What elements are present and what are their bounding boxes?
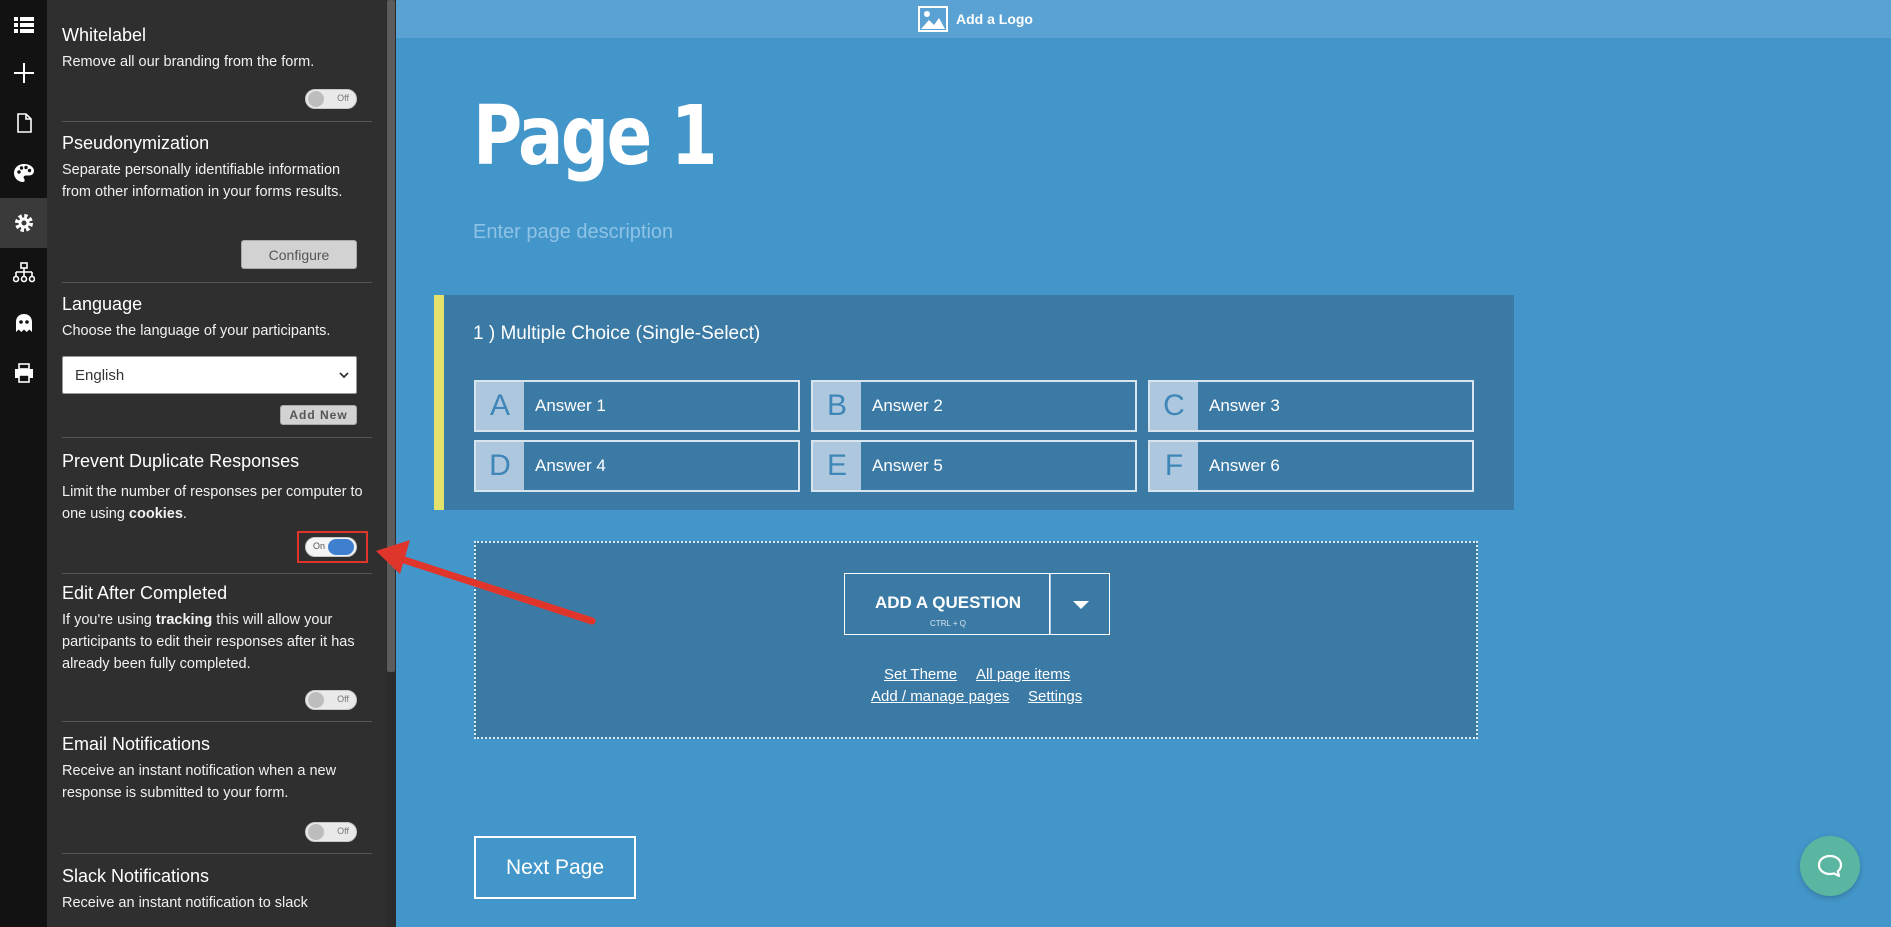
edit-after-title: Edit After Completed — [62, 583, 228, 603]
answer-option[interactable]: A Answer 1 — [474, 380, 800, 432]
whitelabel-title: Whitelabel — [62, 25, 147, 45]
set-theme-link[interactable]: Set Theme — [884, 666, 957, 683]
language-select[interactable]: English — [62, 356, 357, 394]
slack-section: Slack Notifications Receive an instant n… — [62, 865, 372, 914]
chat-icon — [1817, 854, 1843, 878]
edit-after-desc: If you're using tracking this will allow… — [62, 612, 355, 672]
language-section: Language Choose the language of your par… — [62, 293, 372, 342]
whitelabel-section: Whitelabel Remove all our branding from … — [62, 24, 372, 73]
duplicate-section: Prevent Duplicate Responses Limit the nu… — [62, 450, 372, 525]
divider — [62, 282, 372, 283]
question-card[interactable]: 1 ) Multiple Choice (Single-Select) A An… — [434, 295, 1514, 510]
email-toggle[interactable]: Off — [305, 822, 357, 842]
answer-option[interactable]: D Answer 4 — [474, 440, 800, 492]
answer-text: Answer 4 — [535, 456, 606, 475]
language-title: Language — [62, 294, 143, 314]
toggle-knob — [308, 824, 324, 840]
next-page-button[interactable]: Next Page — [474, 836, 636, 899]
add-question-shortcut: CTRL + Q — [930, 619, 966, 628]
answer-letter: B — [813, 382, 861, 430]
edit-after-section: Edit After Completed If you're using tra… — [62, 582, 372, 675]
add-language-button[interactable]: Add New — [280, 405, 357, 425]
pseudonymization-title: Pseudonymization — [62, 133, 210, 153]
pseudonymization-section: Pseudonymization Separate personally ide… — [62, 132, 372, 203]
answer-text: Answer 6 — [1209, 456, 1280, 475]
all-page-items-link[interactable]: All page items — [976, 666, 1070, 683]
add-question-button[interactable]: ADD A QUESTION CTRL + Q — [844, 573, 1050, 635]
answer-letter: D — [476, 442, 524, 490]
plus-icon[interactable] — [0, 48, 47, 98]
question-accent-bar — [434, 295, 444, 510]
add-question-label: ADD A QUESTION — [874, 593, 1022, 612]
caret-down-icon — [1073, 601, 1089, 609]
page-description-input[interactable]: Enter page description — [473, 221, 673, 244]
edit-after-toggle[interactable]: Off — [305, 690, 357, 710]
answer-text: Answer 1 — [535, 396, 606, 415]
question-title[interactable]: 1 ) Multiple Choice (Single-Select) — [473, 323, 760, 345]
highlight-box — [297, 531, 368, 563]
answer-letter: E — [813, 442, 861, 490]
pseudonymization-desc: Separate personally identifiable informa… — [62, 162, 343, 200]
panel-scrollbar[interactable] — [386, 0, 396, 927]
whitelabel-desc: Remove all our branding from the form. — [62, 54, 315, 70]
answer-option[interactable]: C Answer 3 — [1148, 380, 1474, 432]
toggle-knob — [308, 91, 324, 107]
duplicate-desc: Limit the number of responses per comput… — [62, 484, 363, 522]
divider — [62, 853, 372, 854]
language-select-value: English — [75, 366, 125, 384]
toggle-label: Off — [337, 694, 349, 704]
language-desc: Choose the language of your participants… — [62, 323, 331, 339]
configure-button[interactable]: Configure — [241, 240, 357, 269]
icon-rail — [0, 0, 47, 927]
answer-option[interactable]: F Answer 6 — [1148, 440, 1474, 492]
add-question-area: ADD A QUESTION CTRL + Q Set Theme All pa… — [474, 541, 1478, 739]
answer-letter: F — [1150, 442, 1198, 490]
ghost-icon[interactable] — [0, 298, 47, 348]
page-title[interactable]: Page 1 — [473, 82, 717, 192]
whitelabel-toggle[interactable]: Off — [305, 89, 357, 109]
top-bar: Add a Logo — [396, 0, 1891, 38]
settings-panel: Whitelabel Remove all our branding from … — [47, 0, 386, 927]
toggle-label: Off — [337, 826, 349, 836]
printer-icon[interactable] — [0, 348, 47, 398]
page-icon[interactable] — [0, 98, 47, 148]
answer-letter: C — [1150, 382, 1198, 430]
palette-icon[interactable] — [0, 148, 47, 198]
list-icon[interactable] — [0, 0, 47, 50]
answer-letter: A — [476, 382, 524, 430]
callout-arrow — [376, 540, 596, 625]
settings-link[interactable]: Settings — [1028, 688, 1082, 705]
duplicate-title: Prevent Duplicate Responses — [62, 451, 300, 471]
slack-title: Slack Notifications — [62, 866, 210, 886]
slack-desc: Receive an instant notification to slack — [62, 895, 308, 911]
answer-text: Answer 3 — [1209, 396, 1280, 415]
answer-option[interactable]: B Answer 2 — [811, 380, 1137, 432]
divider — [62, 721, 372, 722]
email-title: Email Notifications — [62, 734, 211, 754]
image-icon — [918, 6, 948, 32]
add-logo-button[interactable]: Add a Logo — [918, 4, 1033, 34]
sitemap-icon[interactable] — [0, 248, 47, 298]
add-logo-label: Add a Logo — [956, 11, 1033, 27]
email-section: Email Notifications Receive an instant n… — [62, 733, 372, 804]
divider — [62, 437, 372, 438]
toggle-label: Off — [337, 93, 349, 103]
answer-text: Answer 5 — [872, 456, 943, 475]
add-question-dropdown[interactable] — [1050, 573, 1110, 635]
manage-pages-link[interactable]: Add / manage pages — [871, 688, 1009, 705]
answer-text: Answer 2 — [872, 396, 943, 415]
divider — [62, 121, 372, 122]
gear-icon[interactable] — [0, 198, 47, 248]
toggle-knob — [308, 692, 324, 708]
answer-option[interactable]: E Answer 5 — [811, 440, 1137, 492]
chevron-down-icon — [339, 372, 349, 379]
email-desc: Receive an instant notification when a n… — [62, 763, 337, 801]
divider — [62, 573, 372, 574]
chat-button[interactable] — [1800, 836, 1860, 896]
